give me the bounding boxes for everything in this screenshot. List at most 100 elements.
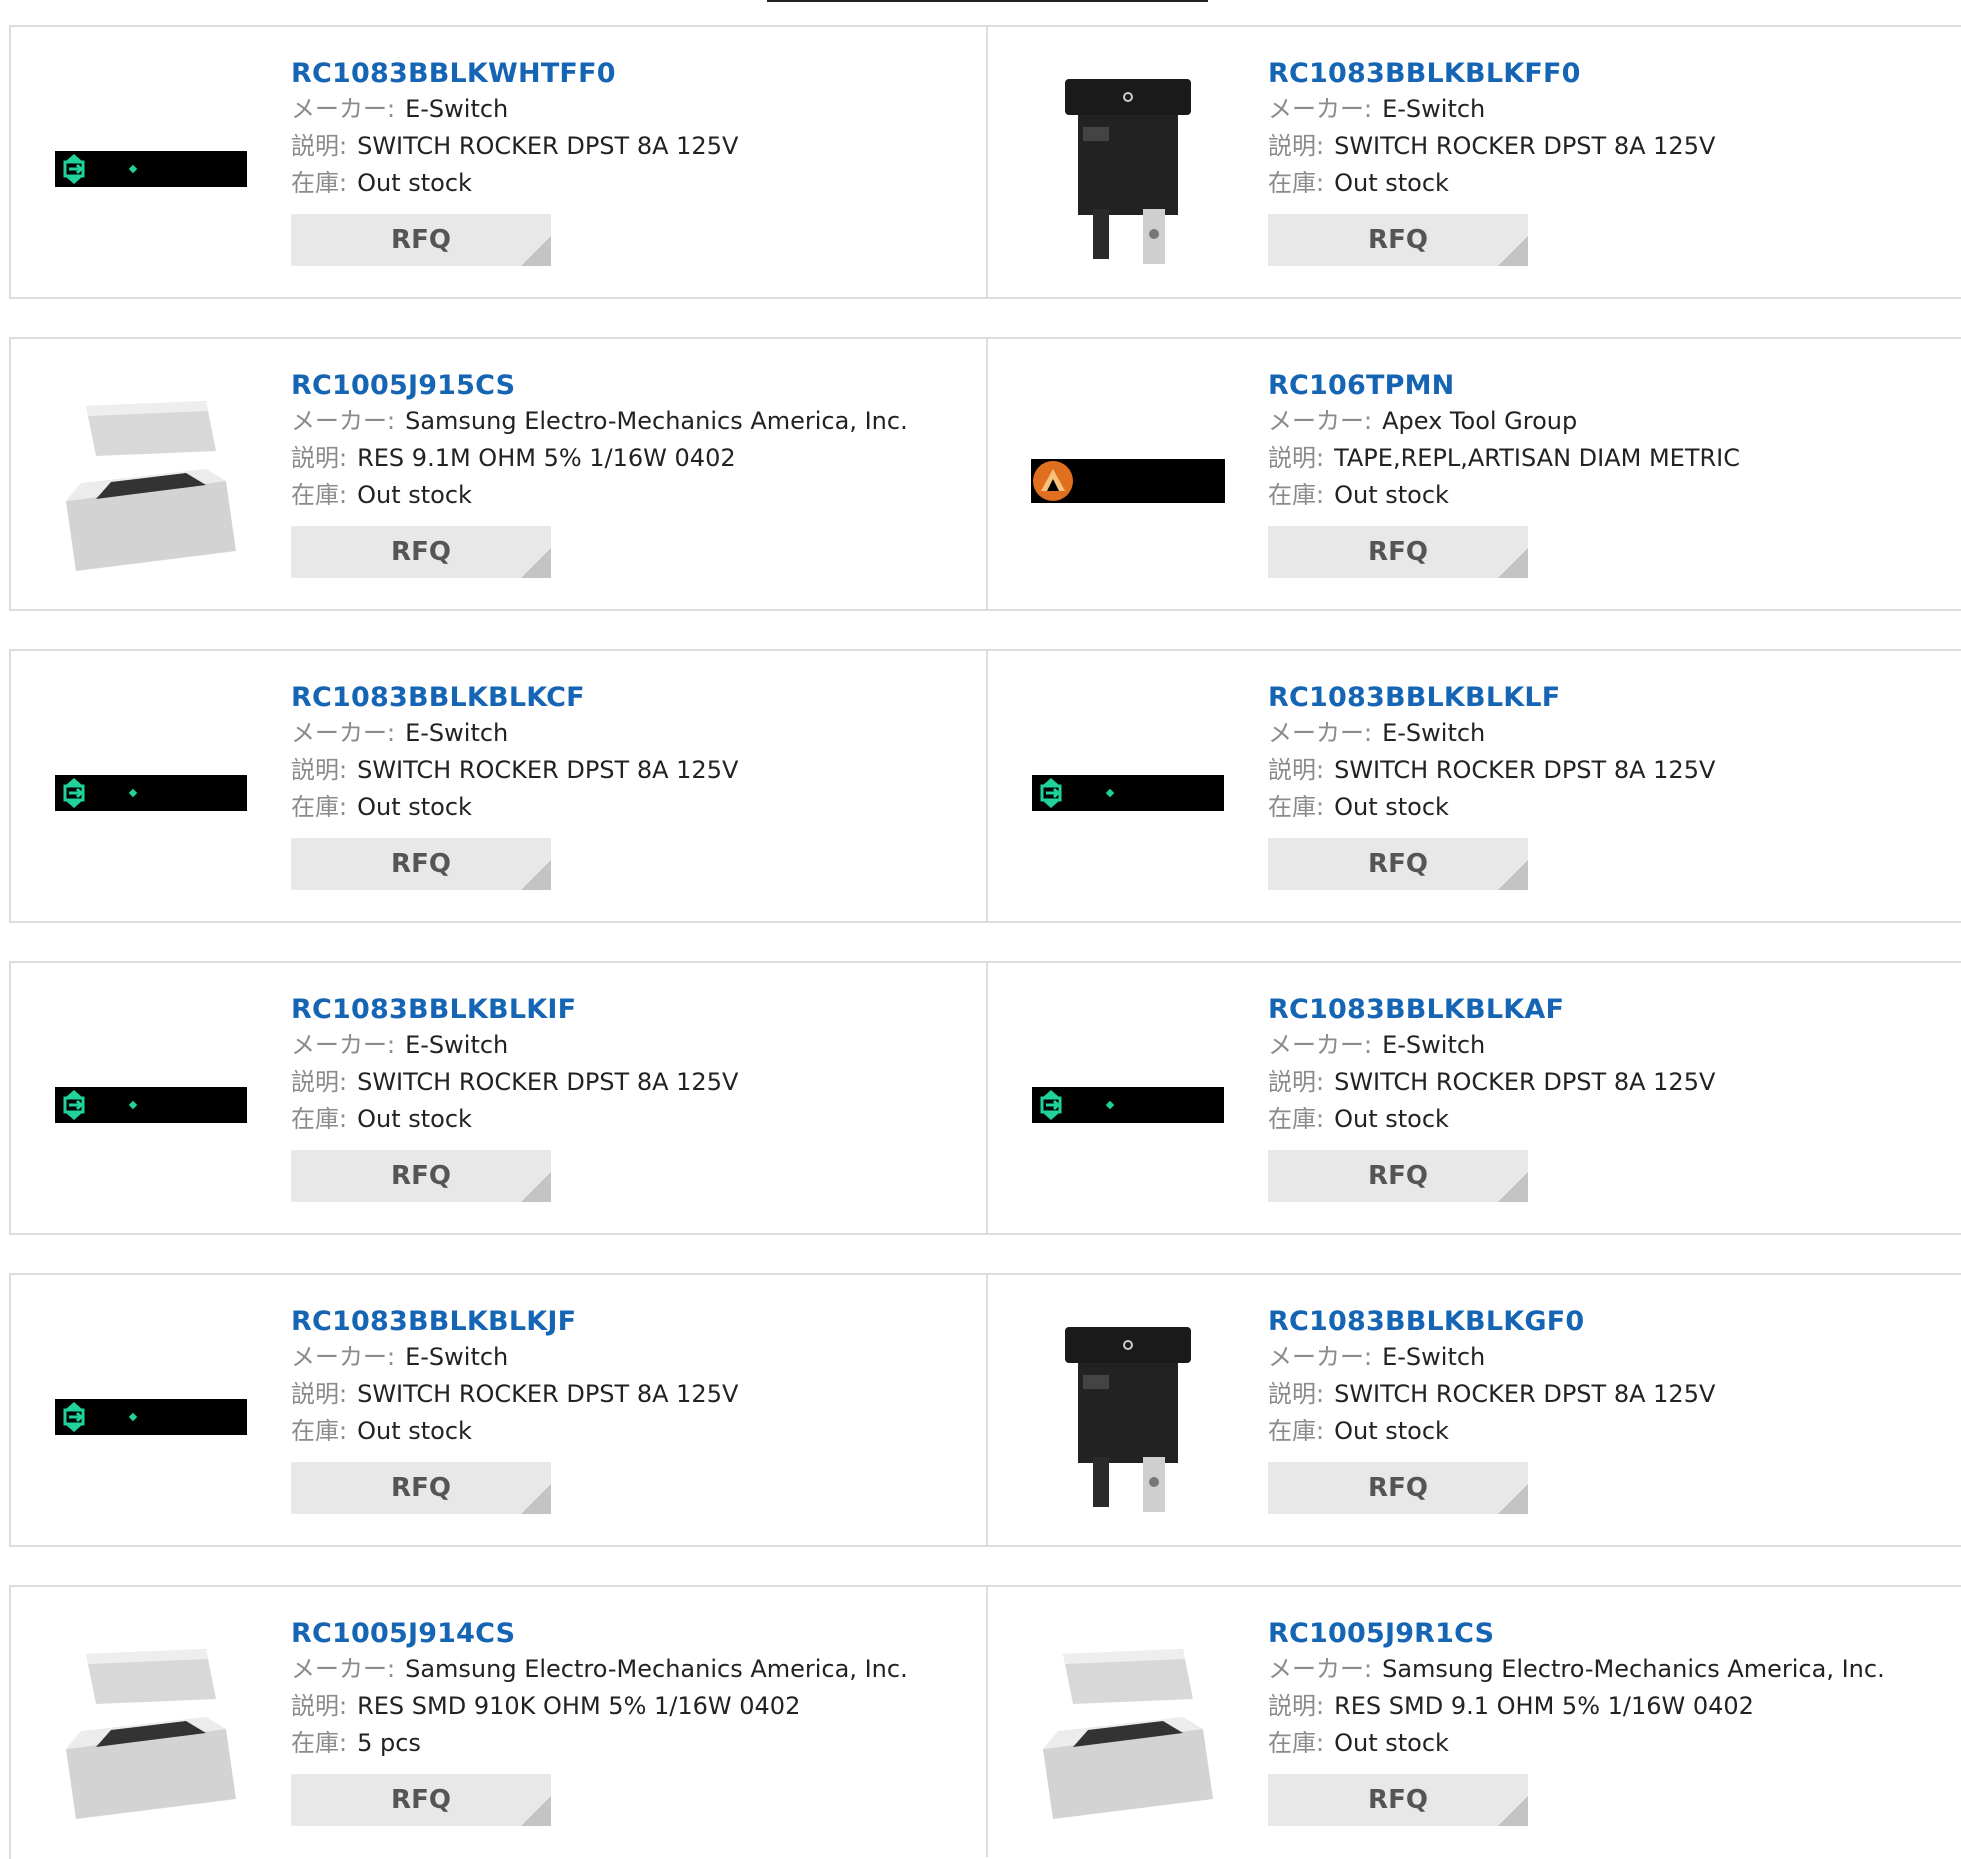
desc-value: SWITCH ROCKER DPST 8A 125V — [1334, 1380, 1716, 1408]
product-card: RC1083BBLKBLKAF メーカー: E-Switch 説明: SWITCH … — [988, 963, 1961, 1233]
maker-value: E-Switch — [1382, 95, 1486, 123]
rfq-label: RFQ — [1368, 1473, 1428, 1503]
desc-value: RES SMD 9.1 OHM 5% 1/16W 0402 — [1334, 1692, 1754, 1720]
rfq-button[interactable]: RFQ — [291, 838, 551, 890]
stock-value: Out stock — [357, 481, 472, 509]
rfq-button[interactable]: RFQ — [1268, 214, 1528, 266]
desc-label: 説明: — [291, 1068, 348, 1096]
part-number-link[interactable]: RC1083BBLKWHTFF0 — [291, 57, 738, 91]
maker-label: メーカー: — [1268, 95, 1373, 123]
product-row: RC1083BBLKWHTFF0 メーカー: E-Switch 説明: SWITCH… — [9, 25, 1961, 299]
chip-resistor-image[interactable] — [51, 381, 251, 581]
maker-line: メーカー: E-Switch — [291, 715, 738, 752]
maker-line: メーカー: Samsung Electro-Mechanics America, … — [1268, 1651, 1885, 1688]
corner-triangle-icon — [521, 860, 551, 890]
stock-label: 在庫: — [1268, 481, 1325, 509]
desc-value: TAPE,REPL,ARTISAN DIAM METRIC — [1334, 444, 1741, 472]
product-card: RC1083BBLKWHTFF0 メーカー: E-Switch 説明: SWITCH… — [11, 27, 988, 297]
stock-value: 5 pcs — [357, 1729, 421, 1757]
maker-value: E-Switch — [405, 95, 509, 123]
led-strip-image[interactable] — [51, 1005, 251, 1205]
part-number-link[interactable]: RC1083BBLKBLKAF — [1268, 993, 1715, 1027]
rocker-switch-image[interactable] — [1028, 1317, 1228, 1517]
rfq-button[interactable]: RFQ — [291, 526, 551, 578]
rfq-button[interactable]: RFQ — [291, 214, 551, 266]
maker-label: メーカー: — [291, 1343, 396, 1371]
stock-line: 在庫: Out stock — [291, 477, 908, 514]
part-number-link[interactable]: RC1083BBLKBLKJF — [291, 1305, 738, 1339]
rfq-button[interactable]: RFQ — [1268, 1150, 1528, 1202]
desc-line: 説明: SWITCH ROCKER DPST 8A 125V — [1268, 752, 1715, 789]
stock-value: Out stock — [1334, 793, 1449, 821]
part-number-link[interactable]: RC1005J915CS — [291, 369, 908, 403]
rfq-button[interactable]: RFQ — [291, 1150, 551, 1202]
maker-value: E-Switch — [1382, 1343, 1486, 1371]
part-number-link[interactable]: RC1083BBLKBLKGF0 — [1268, 1305, 1715, 1339]
desc-value: SWITCH ROCKER DPST 8A 125V — [357, 1068, 739, 1096]
part-number-link[interactable]: RC1083BBLKBLKFF0 — [1268, 57, 1715, 91]
stock-label: 在庫: — [1268, 169, 1325, 197]
maker-line: メーカー: E-Switch — [291, 1339, 738, 1376]
maker-line: メーカー: Apex Tool Group — [1268, 403, 1740, 440]
rfq-button[interactable]: RFQ — [291, 1462, 551, 1514]
corner-triangle-icon — [1498, 1172, 1528, 1202]
part-number-link[interactable]: RC106TPMN — [1268, 369, 1740, 403]
rfq-button[interactable]: RFQ — [291, 1774, 551, 1826]
rfq-label: RFQ — [1368, 1785, 1428, 1815]
stock-value: Out stock — [357, 1417, 472, 1445]
stock-value: Out stock — [1334, 1729, 1449, 1757]
stock-line: 在庫: Out stock — [1268, 1413, 1715, 1450]
maker-line: メーカー: Samsung Electro-Mechanics America, … — [291, 1651, 908, 1688]
desc-label: 説明: — [291, 756, 348, 784]
led-strip-image[interactable] — [51, 1317, 251, 1517]
desc-line: 説明: SWITCH ROCKER DPST 8A 125V — [291, 128, 738, 165]
part-number-link[interactable]: RC1083BBLKBLKIF — [291, 993, 738, 1027]
maker-label: メーカー: — [291, 407, 396, 435]
product-card: RC1083BBLKBLKJF メーカー: E-Switch 説明: SWITCH … — [11, 1275, 988, 1545]
product-row: RC1083BBLKBLKCF メーカー: E-Switch 説明: SWITCH … — [9, 649, 1961, 923]
maker-value: E-Switch — [1382, 1031, 1486, 1059]
rfq-button[interactable]: RFQ — [1268, 526, 1528, 578]
product-row: RC1083BBLKBLKIF メーカー: E-Switch 説明: SWITCH … — [9, 961, 1961, 1235]
rocker-switch-image[interactable] — [1028, 69, 1228, 269]
led-strip-image[interactable] — [51, 693, 251, 893]
desc-value: SWITCH ROCKER DPST 8A 125V — [357, 132, 739, 160]
orange-logo-strip-image[interactable] — [1028, 381, 1228, 581]
rfq-button[interactable]: RFQ — [1268, 1774, 1528, 1826]
part-number-link[interactable]: RC1083BBLKBLKLF — [1268, 681, 1715, 715]
product-card: RC1005J915CS メーカー: Samsung Electro-Mechan… — [11, 339, 988, 609]
desc-line: 説明: TAPE,REPL,ARTISAN DIAM METRIC — [1268, 440, 1740, 477]
product-card: RC1083BBLKBLKLF メーカー: E-Switch 説明: SWITCH … — [988, 651, 1961, 921]
product-row: RC1083BBLKBLKJF メーカー: E-Switch 説明: SWITCH … — [9, 1273, 1961, 1547]
desc-label: 説明: — [1268, 444, 1325, 472]
maker-label: メーカー: — [1268, 1343, 1373, 1371]
part-number-link[interactable]: RC1083BBLKBLKCF — [291, 681, 738, 715]
part-number-link[interactable]: RC1005J9R1CS — [1268, 1617, 1885, 1651]
rfq-label: RFQ — [391, 537, 451, 567]
product-card: RC1083BBLKBLKCF メーカー: E-Switch 説明: SWITCH … — [11, 651, 988, 921]
part-number-link[interactable]: RC1005J914CS — [291, 1617, 908, 1651]
led-strip-image[interactable] — [1028, 1005, 1228, 1205]
rfq-button[interactable]: RFQ — [1268, 838, 1528, 890]
chip-resistor-image[interactable] — [1028, 1629, 1228, 1829]
rfq-button[interactable]: RFQ — [1268, 1462, 1528, 1514]
rfq-label: RFQ — [1368, 537, 1428, 567]
desc-value: SWITCH ROCKER DPST 8A 125V — [357, 756, 739, 784]
maker-line: メーカー: E-Switch — [291, 1027, 738, 1064]
stock-value: Out stock — [357, 1105, 472, 1133]
led-strip-image[interactable] — [51, 69, 251, 269]
stock-line: 在庫: Out stock — [291, 1413, 738, 1450]
corner-triangle-icon — [1498, 1796, 1528, 1826]
stock-label: 在庫: — [291, 1729, 348, 1757]
led-strip-image[interactable] — [1028, 693, 1228, 893]
maker-label: メーカー: — [291, 1031, 396, 1059]
stock-label: 在庫: — [1268, 1417, 1325, 1445]
desc-label: 説明: — [291, 444, 348, 472]
stock-line: 在庫: Out stock — [1268, 789, 1715, 826]
corner-triangle-icon — [521, 1172, 551, 1202]
desc-line: 説明: SWITCH ROCKER DPST 8A 125V — [291, 752, 738, 789]
rfq-label: RFQ — [1368, 1161, 1428, 1191]
maker-line: メーカー: E-Switch — [1268, 1339, 1715, 1376]
chip-resistor-image[interactable] — [51, 1629, 251, 1829]
maker-line: メーカー: E-Switch — [1268, 1027, 1715, 1064]
